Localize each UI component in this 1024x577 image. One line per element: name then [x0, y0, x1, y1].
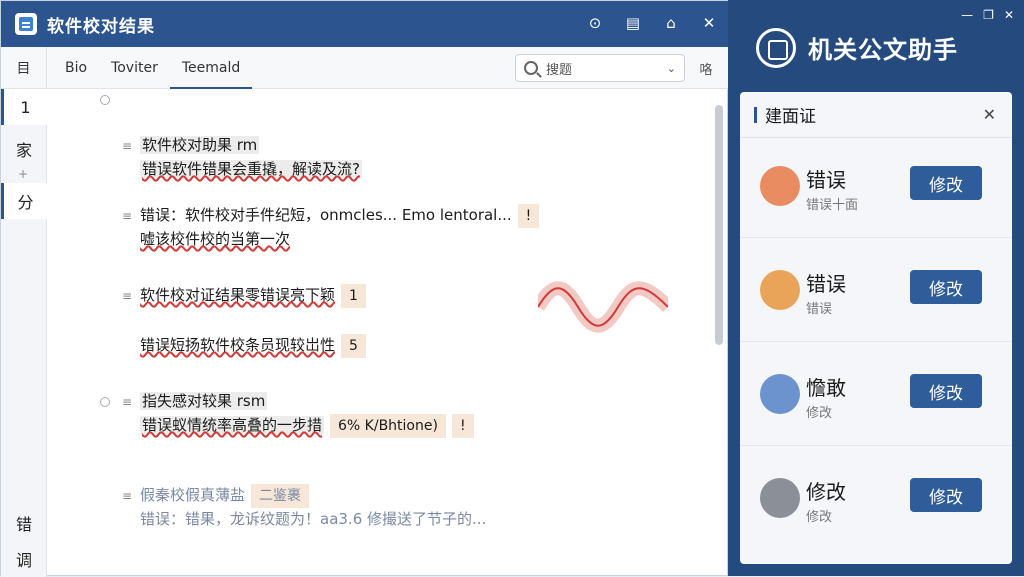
error-sentence[interactable]: 错误短扬软件校条员现较岀性 [140, 336, 335, 354]
item-title: 憺敢 [806, 376, 846, 400]
item-subtitle: 修改 [806, 510, 833, 525]
error-sentence[interactable]: 错误：软件校对手件纪短，onmcles... Emo lentoral... [140, 206, 512, 224]
outline-marker [100, 95, 110, 105]
item-title: 错误 [806, 272, 846, 296]
window-title: 软件校对结果 [47, 16, 155, 37]
paragraph-3: 软件校对证结果零错误亮下颖 1 错误短扬软件校条员现较岀性 5 [140, 283, 366, 358]
rail-item-1[interactable]: 1 [1, 89, 47, 125]
card-accent [754, 106, 757, 123]
scroll-thumb[interactable] [715, 105, 723, 345]
paragraph-2: 错误：软件校对手件纪短，onmcles... Emo lentoral...! … [140, 203, 540, 251]
suggestion-card: 建面证 ✕ 错误 错误十面 修改 错误 错误 修改 憺敢 修改 修改 修改 修改… [740, 92, 1012, 564]
rail-item-split[interactable]: 分 [1, 183, 47, 219]
panel-header: 机关公文助手 [728, 0, 1024, 90]
toolbar: 目 Bio Toviter Teemald 搜题 ⌄ 咯 [1, 47, 729, 89]
tab-toviter[interactable]: Toviter [99, 47, 170, 89]
tab-teemald[interactable]: Teemald [169, 47, 253, 89]
card-header: 建面证 [740, 92, 1012, 138]
panel-title: 机关公文助手 [808, 36, 958, 64]
suggestion-item: 修改 修改 修改 [740, 450, 1012, 550]
title-bar: 软件校对结果 ⊙ ▤ ⌂ ✕ [1, 1, 729, 47]
search-input[interactable]: 搜题 [546, 59, 667, 78]
suggestion-item: 错误 错误 修改 [740, 242, 1012, 342]
item-title: 修改 [806, 480, 846, 504]
chevron-down-icon[interactable]: ⌄ [667, 62, 676, 75]
title-actions: ⊙ ▤ ⌂ ✕ [585, 13, 719, 33]
toolbar-left-button[interactable]: 目 [1, 47, 47, 89]
paragraph-4: 指失感对较果 rsm 错误蚁情统率高叠的一步措 6% K/Bhtione)! [140, 389, 474, 438]
assistant-panel: — ❐ ✕ 机关公文助手 建面证 ✕ 错误 错误十面 修改 错误 错误 修改 憺… [728, 0, 1024, 576]
toolbar-right-button[interactable]: 咯 [695, 57, 717, 79]
modify-button[interactable]: 修改 [910, 478, 982, 512]
error-badge[interactable]: 二鉴裹 [251, 484, 310, 508]
error-sentence[interactable]: 错误蚁情统率高叠的一步措 [140, 416, 325, 434]
item-subtitle: 修改 [806, 406, 833, 421]
app-logo-icon [15, 13, 37, 35]
compass-icon[interactable]: ⊙ [585, 13, 605, 33]
paragraph-5: 假秦校假真薄盐 二鉴裹 错误：错果，龙诉纹题为！aa3.6 修撮送了节子的... [140, 483, 486, 531]
error-badge[interactable]: 1 [341, 284, 366, 308]
document-area: ≡ 软件校对助果 rm 错误软件错果会重撬，解读及流? ≡ 错误：软件校对手件纪… [48, 89, 713, 577]
document-scrollbar[interactable] [713, 91, 725, 571]
error-sentence[interactable]: 软件校对证结果零错误亮下颖 [140, 286, 335, 304]
modify-button[interactable]: 修改 [910, 270, 982, 304]
bullet-icon: ≡ [122, 139, 133, 153]
package-icon [760, 270, 800, 310]
bullet-icon: ≡ [122, 395, 133, 409]
edit-arrow-icon [760, 374, 800, 414]
error-sentence[interactable]: 错误软件错果会重撬，解读及流? [140, 160, 362, 178]
error-badge[interactable]: ! [451, 414, 474, 438]
error-badge[interactable]: 6% K/Bhtione) [330, 414, 446, 438]
bullet-icon: ≡ [122, 289, 133, 303]
error-wave-graphic [538, 281, 668, 333]
item-title: 错误 [806, 168, 846, 192]
sentence-text[interactable]: 软件校对助果 rm [140, 136, 260, 154]
close-icon[interactable]: ✕ [983, 105, 996, 124]
modify-button[interactable]: 修改 [910, 166, 982, 200]
outline-marker [100, 397, 110, 407]
rail-item-home[interactable]: 家 [1, 131, 47, 167]
error-sentence[interactable]: 错误：错果，龙诉纹题为！aa3.6 修撮送了节子的... [140, 510, 486, 528]
modify-button[interactable]: 修改 [910, 374, 982, 408]
chat-icon [760, 478, 800, 518]
item-subtitle: 错误 [806, 302, 833, 317]
search-box[interactable]: 搜题 ⌄ [515, 54, 685, 82]
sentence-text[interactable]: 指失感对较果 rsm [140, 392, 268, 410]
paragraph-1: 软件校对助果 rm 错误软件错果会重撬，解读及流? [140, 133, 362, 181]
left-rail: 1 家 + 分 错 调 [1, 89, 47, 577]
clipboard-icon[interactable]: ▤ [623, 13, 643, 33]
plus-icon[interactable]: + [18, 167, 28, 181]
error-badge[interactable]: ! [517, 204, 540, 228]
document-chart-icon [760, 166, 800, 206]
search-icon [524, 61, 538, 75]
rail-item-adjust[interactable]: 调 [1, 541, 47, 577]
sentence-text[interactable]: 假秦校假真薄盐 [140, 486, 245, 504]
tab-bio[interactable]: Bio [53, 47, 99, 89]
tag-icon[interactable]: ⌂ [661, 13, 681, 33]
bullet-icon: ≡ [122, 209, 133, 223]
close-icon[interactable]: ✕ [699, 13, 719, 33]
tab-bar: Bio Toviter Teemald [53, 47, 253, 89]
error-sentence[interactable]: 嘘该校件校的当第一次 [140, 230, 290, 248]
proofreading-window: 软件校对结果 ⊙ ▤ ⌂ ✕ 目 Bio Toviter Teemald 搜题 … [0, 0, 729, 577]
emblem-icon [756, 28, 796, 68]
suggestion-item: 憺敢 修改 修改 [740, 346, 1012, 446]
bullet-icon: ≡ [122, 489, 133, 503]
suggestion-item: 错误 错误十面 修改 [740, 138, 1012, 238]
card-title: 建面证 [765, 107, 816, 127]
item-subtitle: 错误十面 [806, 198, 859, 213]
error-badge[interactable]: 5 [341, 334, 366, 358]
rail-item-error[interactable]: 错 [1, 505, 47, 541]
